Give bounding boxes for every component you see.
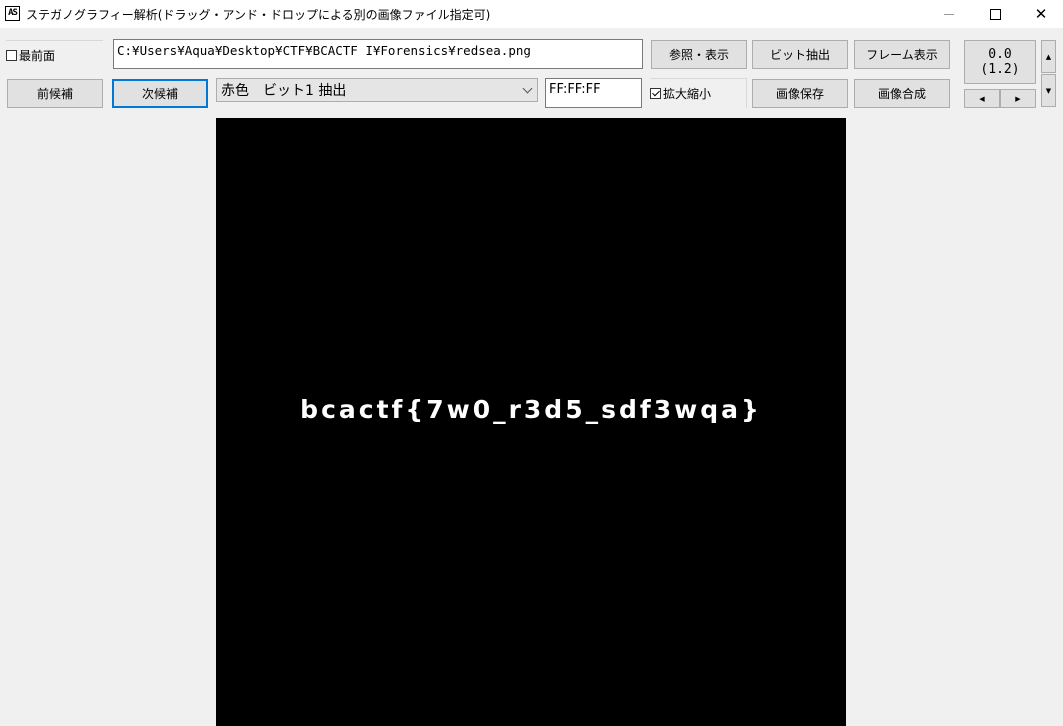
- extracted-flag-text: bcactf{7w0_r3d5_sdf3wqa}: [300, 395, 762, 424]
- bit-extract-button[interactable]: ビット抽出: [752, 40, 848, 69]
- frame-counter-value: 0.0: [988, 47, 1012, 62]
- extract-mode-select[interactable]: 赤色 ビット1 抽出: [216, 78, 538, 102]
- topmost-checkbox-label: 最前面: [19, 48, 56, 63]
- topmost-checkbox-box[interactable]: [6, 49, 17, 61]
- frame-counter-sub: (1.2): [980, 62, 1020, 77]
- save-image-button[interactable]: 画像保存: [752, 79, 848, 108]
- compose-image-button[interactable]: 画像合成: [854, 79, 950, 108]
- app-icon: AS: [5, 6, 20, 21]
- color-value-input[interactable]: FF:FF:FF: [545, 78, 642, 108]
- arrow-left-icon: ◀: [979, 94, 985, 103]
- window-title: ステガノグラフィー解析(ドラッグ・アンド・ドロップによる別の画像ファイル指定可): [26, 8, 491, 22]
- next-candidate-button[interactable]: 次候補: [112, 79, 208, 108]
- minimize-button[interactable]: [926, 0, 972, 28]
- maximize-button[interactable]: [972, 0, 1018, 28]
- prev-candidate-button[interactable]: 前候補: [7, 79, 103, 108]
- browse-show-button[interactable]: 参照・表示: [651, 40, 747, 69]
- scroll-up-button[interactable]: ▲: [1041, 40, 1056, 73]
- frame-show-button[interactable]: フレーム表示: [854, 40, 950, 69]
- close-icon: ✕: [1034, 4, 1048, 23]
- close-button[interactable]: ✕: [1018, 0, 1063, 28]
- chevron-down-icon: [522, 83, 533, 94]
- zoom-checkbox-box[interactable]: [650, 88, 661, 99]
- title-bar: AS ステガノグラフィー解析(ドラッグ・アンド・ドロップによる別の画像ファイル指…: [0, 0, 1063, 28]
- arrow-down-icon: ▼: [1045, 86, 1052, 95]
- zoom-checkbox-label: 拡大縮小: [663, 87, 712, 101]
- maximize-icon: [989, 8, 1001, 20]
- scroll-down-button[interactable]: ▼: [1041, 74, 1056, 107]
- extract-mode-value: 赤色 ビット1 抽出: [221, 83, 347, 99]
- arrow-right-icon: ▶: [1015, 94, 1021, 103]
- zoom-checkbox[interactable]: 拡大縮小: [650, 78, 747, 108]
- minimize-icon: [944, 13, 954, 15]
- arrow-up-icon: ▲: [1045, 52, 1052, 61]
- next-frame-button[interactable]: ▶: [1000, 89, 1036, 108]
- prev-frame-button[interactable]: ◀: [964, 89, 1000, 108]
- image-preview: bcactf{7w0_r3d5_sdf3wqa}: [216, 118, 846, 726]
- topmost-checkbox[interactable]: 最前面: [6, 40, 103, 69]
- frame-counter: 0.0 (1.2): [964, 40, 1036, 84]
- file-path-input[interactable]: C:¥Users¥Aqua¥Desktop¥CTF¥BCACTF I¥Foren…: [113, 39, 643, 69]
